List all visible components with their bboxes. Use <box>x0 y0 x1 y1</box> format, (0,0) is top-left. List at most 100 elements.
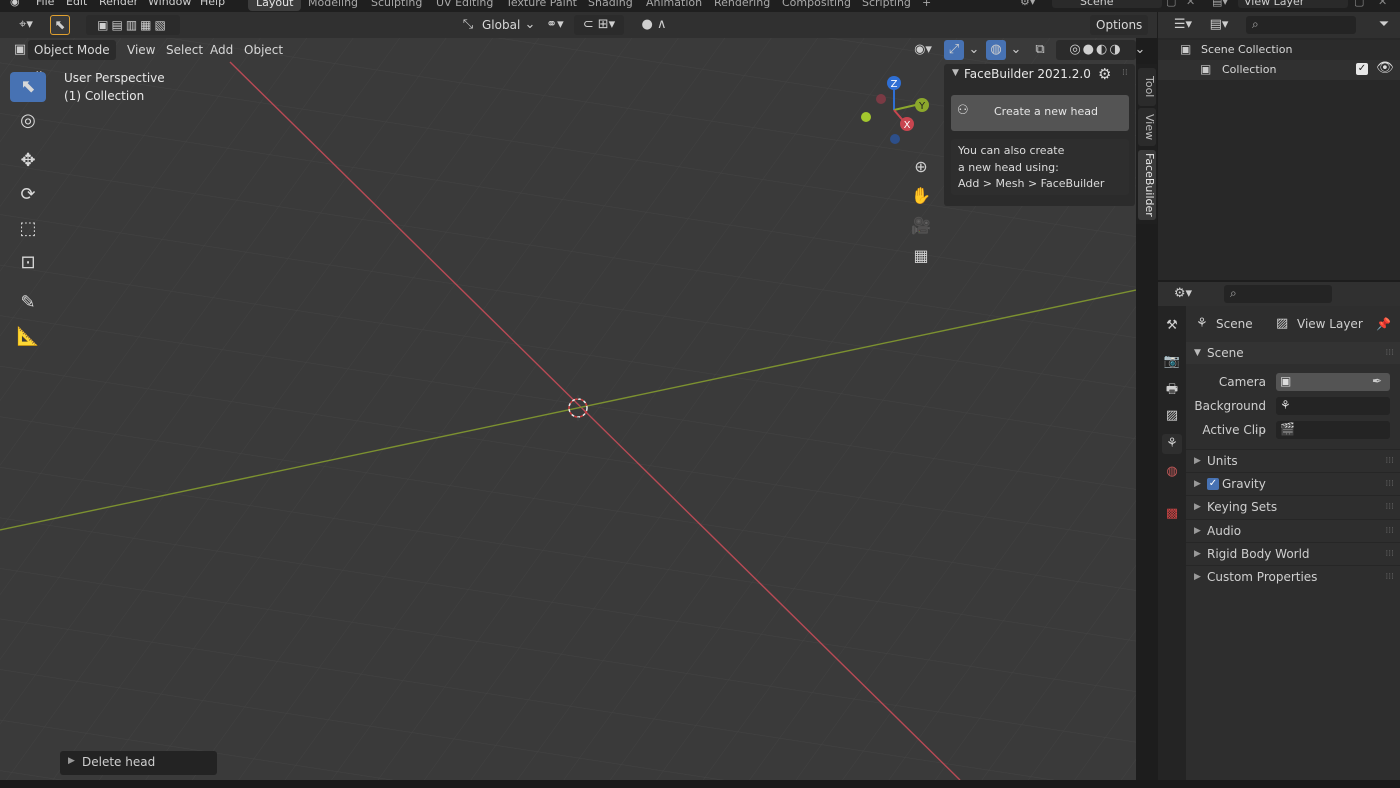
background-field[interactable]: ⚘ <box>1276 397 1390 415</box>
drag-grip-icon[interactable]: ⁞⁞⁞ <box>1385 543 1394 565</box>
drag-grip-icon[interactable]: ⁞⁞ <box>1122 68 1128 78</box>
collapse-arrow-icon[interactable]: ▼ <box>952 68 959 78</box>
selection-mode-icons[interactable]: ▣▤▥▦▧ <box>86 15 180 35</box>
output-tab-icon[interactable]: 🖶 <box>1162 380 1182 400</box>
measure-tool-icon[interactable]: 📐 <box>10 322 46 352</box>
properties-search-input[interactable]: ⌕ <box>1224 285 1332 303</box>
zoom-icon[interactable]: ⊕ <box>908 154 934 180</box>
view-layer-delete-icon[interactable]: ✕ <box>1378 0 1387 8</box>
tab-animation[interactable]: Animation <box>638 0 710 11</box>
tab-layout[interactable]: Layout <box>248 0 302 11</box>
move-tool-icon[interactable]: ✥ <box>10 146 46 176</box>
gear-icon[interactable]: ⚙ <box>1098 65 1111 83</box>
snap-icon[interactable]: ⊂ ⊞▾ <box>574 15 624 35</box>
active-clip-field[interactable]: 🎬 <box>1276 421 1390 439</box>
view-layer-name-field[interactable]: View Layer <box>1238 0 1348 8</box>
filter-icon[interactable]: ⏷ <box>1374 15 1394 35</box>
outliner-row-collection[interactable]: ▣ Collection ✓ 👁 <box>1158 60 1400 80</box>
menu-object[interactable]: Object <box>238 40 289 60</box>
annotate-tool-icon[interactable]: ✎ <box>10 288 46 318</box>
scene-selector-icon[interactable]: ⚙▾ <box>1020 0 1035 8</box>
drag-grip-icon[interactable]: ⁞⁞⁞ <box>1385 473 1394 495</box>
drag-grip-icon[interactable]: ⁞⁞⁞ <box>1385 496 1394 518</box>
tool-tab-icon[interactable]: ⚒ <box>1162 316 1182 336</box>
gravity-panel[interactable]: ▶ ✓ Gravity ⁞⁞⁞ <box>1186 472 1400 494</box>
custom-properties-panel[interactable]: ▶ Custom Properties ⁞⁞⁞ <box>1186 565 1400 587</box>
scene-section-header[interactable]: ▼ Scene ⁞⁞⁞ <box>1186 342 1400 364</box>
pivot-point-icon[interactable]: ⚭▾ <box>540 15 570 35</box>
proportional-edit-icon[interactable]: ● ∧ <box>630 15 678 35</box>
grid-perspective-icon[interactable]: ▦ <box>908 243 934 269</box>
keying-sets-panel[interactable]: ▶ Keying Sets ⁞⁞⁞ <box>1186 495 1400 517</box>
gravity-checkbox[interactable]: ✓ <box>1207 478 1219 490</box>
shading-mode-icons[interactable]: ◎●◐◑ <box>1056 40 1136 60</box>
units-panel[interactable]: ▶ Units ⁞⁞⁞ <box>1186 449 1400 471</box>
overlay-dropdown-icon[interactable]: ⌄ <box>1006 40 1026 60</box>
overlay-toggle-icon[interactable]: ◍ <box>986 40 1006 60</box>
transform-orientation-dropdown[interactable]: Global <box>476 15 526 35</box>
display-mode-icon[interactable]: ▤▾ <box>1204 15 1234 35</box>
drag-grip-icon[interactable]: ⁞⁞⁞ <box>1385 566 1394 588</box>
tab-scripting[interactable]: Scripting <box>854 0 919 11</box>
collection-checkbox[interactable]: ✓ <box>1356 63 1368 75</box>
scene-delete-icon[interactable]: ✕ <box>1186 0 1195 8</box>
camera-view-icon[interactable]: 🎥 <box>908 213 934 239</box>
tab-uv-editing[interactable]: UV Editing <box>428 0 501 11</box>
cursor-tool-icon[interactable]: ◎ <box>10 106 46 136</box>
visibility-icon[interactable]: ◉▾ <box>908 40 938 60</box>
tab-tool[interactable]: Tool <box>1138 68 1156 106</box>
select-box-tool-icon[interactable]: ⬉ <box>10 72 46 102</box>
gizmo-dropdown-icon[interactable]: ⌄ <box>964 40 984 60</box>
transform-tool-icon[interactable]: ⊡ <box>10 248 46 278</box>
select-tool-icon[interactable]: ⬉ <box>50 15 70 35</box>
xray-icon[interactable]: ⧉ <box>1030 40 1050 60</box>
menu-select[interactable]: Select <box>160 40 209 60</box>
expand-arrow-icon[interactable]: ▶ <box>68 756 75 766</box>
drag-grip-icon[interactable]: ⁞⁞⁞ <box>1385 342 1394 364</box>
transform-orientation-icon[interactable]: ⤡ <box>458 15 478 35</box>
tab-texture-paint[interactable]: Texture Paint <box>498 0 585 11</box>
menu-render[interactable]: Render <box>99 0 138 8</box>
eyedropper-icon[interactable]: ✒ <box>1372 370 1382 392</box>
audio-panel[interactable]: ▶ Audio ⁞⁞⁞ <box>1186 519 1400 541</box>
tab-view[interactable]: View <box>1138 108 1156 146</box>
drag-grip-icon[interactable]: ⁞⁞⁞ <box>1385 450 1394 472</box>
rotate-tool-icon[interactable]: ⟳ <box>10 180 46 210</box>
tab-sculpting[interactable]: Sculpting <box>363 0 430 11</box>
menu-help[interactable]: Help <box>200 0 225 8</box>
editor-type-icon[interactable]: ⚙▾ <box>1168 284 1198 304</box>
tab-modeling[interactable]: Modeling <box>300 0 366 11</box>
shading-dropdown-icon[interactable]: ⌄ <box>1130 40 1150 60</box>
camera-field[interactable]: ▣ ✒ <box>1276 373 1390 391</box>
add-workspace-button[interactable]: + <box>914 0 939 11</box>
scene-tab-icon[interactable]: ⚘ <box>1162 434 1182 454</box>
rigid-body-world-panel[interactable]: ▶ Rigid Body World ⁞⁞⁞ <box>1186 542 1400 564</box>
menu-window[interactable]: Window <box>148 0 191 8</box>
drag-grip-icon[interactable]: ⁞⁞⁞ <box>1385 520 1394 542</box>
tab-shading[interactable]: Shading <box>580 0 641 11</box>
menu-view[interactable]: View <box>121 40 161 60</box>
gizmo-toggle-icon[interactable]: ⤢ <box>944 40 964 60</box>
tab-facebuilder[interactable]: FaceBuilder <box>1138 150 1156 220</box>
create-head-button[interactable]: ⚇ Create a new head <box>951 95 1129 131</box>
view-layer-selector-icon[interactable]: ▤▾ <box>1212 0 1228 8</box>
eye-icon[interactable]: 👁 <box>1376 60 1394 76</box>
outliner-search-input[interactable]: ⌕ <box>1246 16 1356 34</box>
menu-file[interactable]: File <box>36 0 54 8</box>
world-tab-icon[interactable]: ◍ <box>1162 462 1182 482</box>
last-operator-panel[interactable]: ▶ Delete head <box>60 751 217 775</box>
view-layer-tab-icon[interactable]: ▨ <box>1162 406 1182 426</box>
scene-new-icon[interactable]: ▢ <box>1166 0 1176 8</box>
pan-hand-icon[interactable]: ✋ <box>908 183 934 209</box>
outliner-row-scene-collection[interactable]: ▣ Scene Collection <box>1158 40 1400 60</box>
editor-type-icon[interactable]: ☰▾ <box>1168 15 1198 35</box>
scale-tool-icon[interactable]: ⬚ <box>10 214 46 244</box>
view-layer-new-icon[interactable]: ▢ <box>1354 0 1364 8</box>
render-tab-icon[interactable]: 📷 <box>1162 352 1182 372</box>
object-mode-dropdown[interactable]: Object Mode ⌄ <box>28 40 116 77</box>
editor-type-icon[interactable]: ⌖▾ <box>10 15 42 35</box>
options-dropdown[interactable]: Options ⌄ <box>1090 15 1148 52</box>
menu-edit[interactable]: Edit <box>66 0 87 8</box>
scene-name-field[interactable]: Scene <box>1052 0 1162 8</box>
tab-compositing[interactable]: Compositing <box>774 0 859 11</box>
